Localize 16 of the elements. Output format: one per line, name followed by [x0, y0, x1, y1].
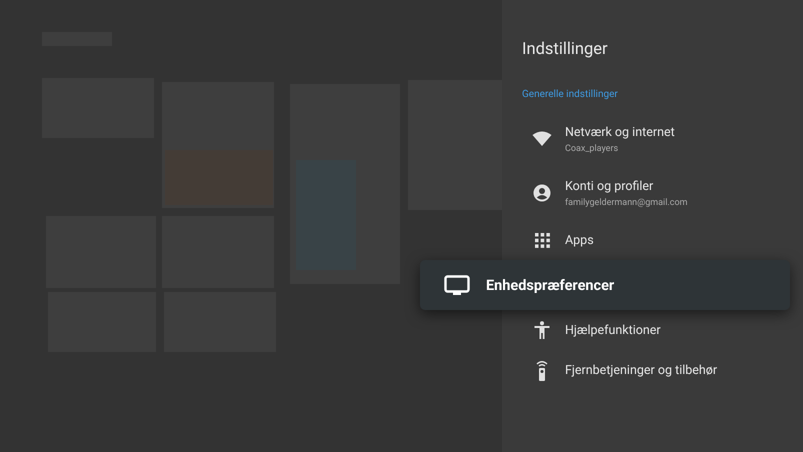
section-header: Generelle indstillinger	[522, 89, 618, 100]
apps-grid-icon	[534, 232, 550, 248]
menu-item[interactable]: Netværk og internet Coax_players	[522, 112, 803, 166]
remote-icon	[535, 360, 549, 380]
menu-item[interactable]: Apps	[522, 220, 803, 260]
panel-title: Indstillinger	[522, 40, 608, 59]
item-subtitle: familygeldermann@gmail.com	[565, 198, 688, 208]
account-icon	[533, 184, 551, 202]
item-subtitle: Coax_players	[565, 144, 620, 154]
menu-item[interactable]: Fjernbetjeninger og tilbehør	[522, 350, 803, 390]
wifi-icon	[532, 131, 552, 147]
accessibility-icon	[534, 321, 550, 339]
selected-menu-item[interactable]: Enhedspræferencer	[420, 260, 790, 310]
menu-item[interactable]: Hjælpefunktioner	[522, 310, 803, 350]
menu-item[interactable]: Konti og profiler familygeldermann@gmail.com	[522, 166, 803, 220]
tv-icon	[444, 274, 470, 296]
